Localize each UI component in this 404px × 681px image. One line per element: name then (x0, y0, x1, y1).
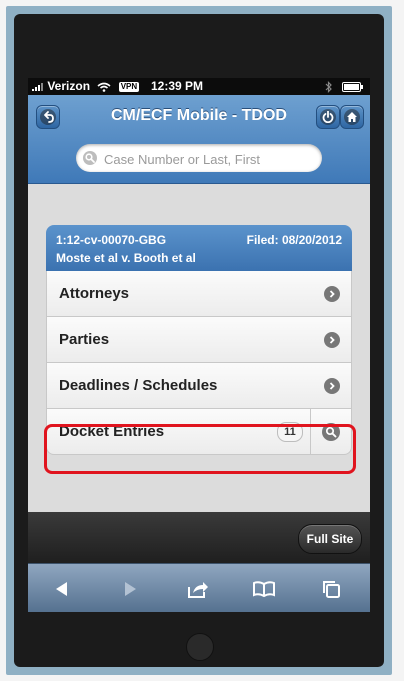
home-button[interactable] (340, 105, 364, 129)
bookmarks-icon[interactable] (252, 578, 276, 600)
signal-icon (32, 82, 43, 91)
forward-arrow-icon[interactable] (118, 578, 142, 600)
tabs-icon[interactable] (320, 578, 344, 600)
search-icon (83, 151, 97, 165)
logout-button[interactable] (316, 105, 340, 129)
home-icon (347, 112, 357, 122)
carrier-label: Verizon (47, 79, 91, 93)
case-number: 1:12-cv-00070-GBG (56, 233, 167, 247)
chevron-right-icon (324, 286, 340, 302)
menu-item-label: Attorneys (59, 285, 130, 302)
case-header: 1:12-cv-00070-GBG Filed: 08/20/2012 Most… (46, 225, 352, 271)
battery-icon (342, 81, 363, 92)
chevron-right-icon (324, 378, 340, 394)
search-input[interactable] (102, 147, 316, 171)
power-icon (322, 111, 334, 123)
bluetooth-icon (325, 80, 332, 93)
app-header: CM/ECF Mobile - TDOD (28, 95, 370, 184)
share-icon[interactable] (186, 578, 210, 600)
wifi-icon (97, 82, 111, 92)
phone-screen: Verizon VPN 12:39 PM CM/ECF Mobile - TDO… (28, 78, 370, 612)
back-arrow-icon[interactable] (50, 578, 74, 600)
menu-item-label: Deadlines / Schedules (59, 377, 218, 394)
device-home-button[interactable] (186, 633, 214, 661)
chevron-right-icon (324, 332, 340, 348)
case-name: Moste et al v. Booth et al (56, 251, 196, 265)
status-time: 12:39 PM (151, 79, 204, 93)
app-footer: Full Site (28, 512, 370, 563)
menu-item-label: Parties (59, 331, 110, 348)
menu-item-parties[interactable]: Parties (46, 317, 352, 363)
browser-toolbar (28, 563, 370, 612)
status-bar: Verizon VPN 12:39 PM (28, 78, 370, 95)
menu-item-attorneys[interactable]: Attorneys (46, 271, 352, 317)
case-search-field[interactable] (76, 144, 322, 172)
case-filed-date: Filed: 08/20/2012 (246, 233, 342, 247)
vpn-badge: VPN (118, 81, 140, 92)
menu-item-deadlines[interactable]: Deadlines / Schedules (46, 363, 352, 409)
annotation-highlight (44, 424, 356, 474)
full-site-button[interactable]: Full Site (298, 524, 362, 554)
